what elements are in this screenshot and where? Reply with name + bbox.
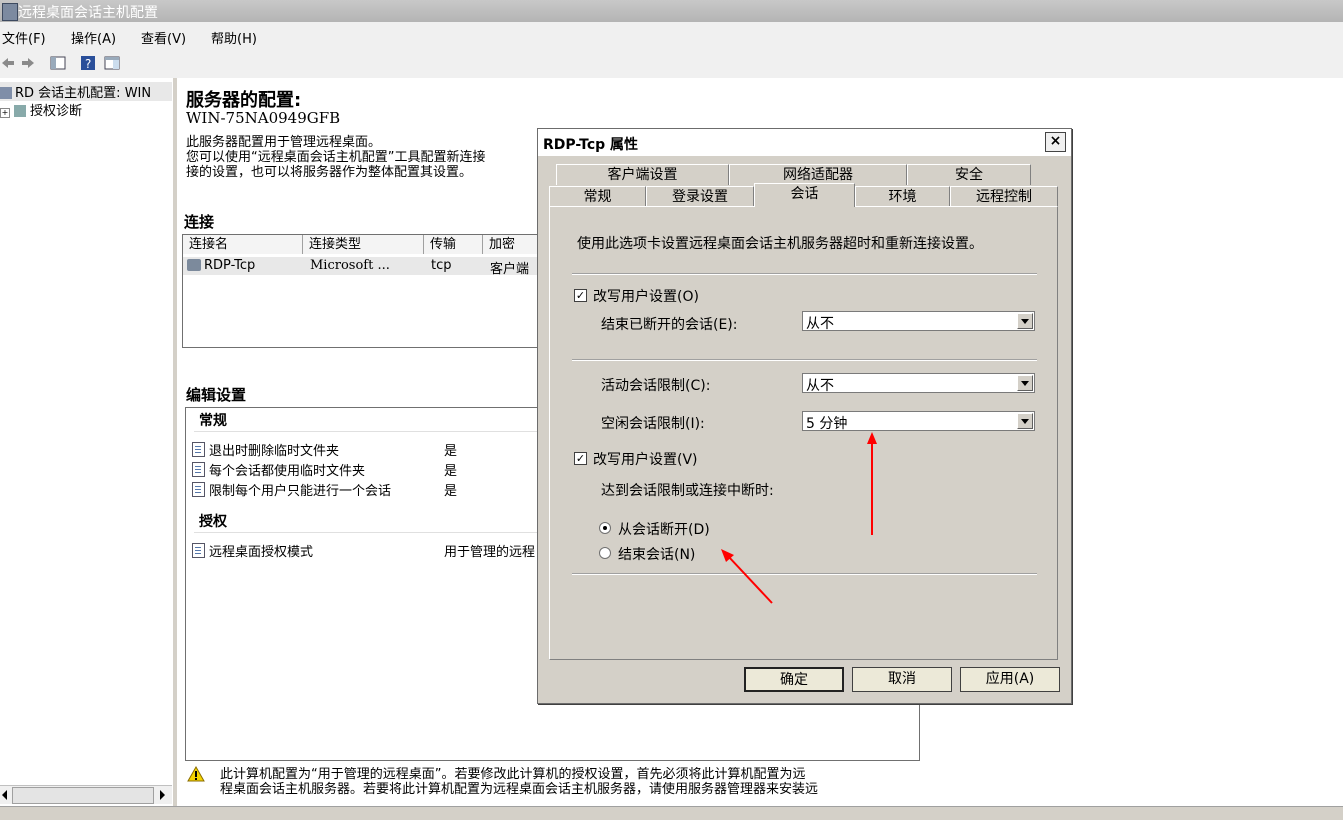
table-row[interactable]: RDP-Tcp Microsoft ... tcp 客户端 xyxy=(183,257,543,277)
chevron-down-icon[interactable] xyxy=(1017,413,1033,429)
tab-remote-control[interactable]: 远程控制 xyxy=(950,186,1058,207)
scroll-right-icon[interactable] xyxy=(160,790,165,800)
tab-general[interactable]: 常规 xyxy=(549,186,646,207)
setting-per-session-temp-value: 是 xyxy=(444,464,458,479)
window-title: 远程桌面会话主机配置 xyxy=(18,5,158,21)
active-limit-label: 活动会话限制(C): xyxy=(601,378,711,394)
separator xyxy=(572,573,1037,575)
tree-item-license-diagnosis[interactable]: + 授权诊断 xyxy=(0,100,82,119)
setting-single-session-value: 是 xyxy=(444,484,458,499)
tab-logon-settings[interactable]: 登录设置 xyxy=(646,186,754,207)
tab-sessions[interactable]: 会话 xyxy=(754,183,855,207)
col-connection-type[interactable]: 连接类型 xyxy=(303,235,424,254)
document-icon xyxy=(192,482,205,497)
server-name: WIN-75NA0949GFB xyxy=(186,109,341,127)
warning-text: 此计算机配置为“用于管理的远程桌面”。若要修改此计算机的授权设置，首先必须将此计… xyxy=(220,767,819,797)
expand-icon[interactable]: + xyxy=(0,108,10,118)
connections-heading: 连接 xyxy=(184,213,215,231)
override-user-settings-2-label: 改写用户设置(V) xyxy=(593,452,698,468)
end-disconnected-label: 结束已断开的会话(E): xyxy=(601,317,738,333)
connection-type: Microsoft ... xyxy=(310,258,390,273)
menu-bar: 文件(F) 操作(A) 查看(V) 帮助(H) xyxy=(0,22,1343,51)
tab-security[interactable]: 安全 xyxy=(907,164,1031,185)
toolbar: ? xyxy=(0,50,1343,79)
menu-view[interactable]: 查看(V) xyxy=(141,28,186,47)
tree-horizontal-scrollbar[interactable] xyxy=(0,785,172,804)
connection-name: RDP-Tcp xyxy=(204,258,256,273)
general-divider xyxy=(194,431,544,432)
disconnect-radio-label: 从会话断开(D) xyxy=(618,522,710,538)
tab-network-adapter[interactable]: 网络适配器 xyxy=(729,164,907,185)
license-heading: 授权 xyxy=(199,514,227,530)
menu-action[interactable]: 操作(A) xyxy=(71,28,116,47)
dialog-title-bar: RDP-Tcp 属性 × xyxy=(538,129,1071,156)
menu-file[interactable]: 文件(F) xyxy=(2,28,46,47)
show-action-pane-icon[interactable] xyxy=(104,55,120,71)
close-icon[interactable]: × xyxy=(1045,132,1066,152)
console-tree: RD 会话主机配置: WIN + 授权诊断 xyxy=(0,78,174,806)
setting-single-session[interactable]: 限制每个用户只能进行一个会话 xyxy=(192,480,391,499)
general-heading: 常规 xyxy=(199,413,227,429)
col-transport[interactable]: 传输 xyxy=(424,235,483,254)
chevron-down-icon[interactable] xyxy=(1017,313,1033,329)
app-icon xyxy=(2,3,18,21)
tab-environment[interactable]: 环境 xyxy=(855,186,950,207)
document-icon xyxy=(192,543,205,558)
show-hide-tree-icon[interactable] xyxy=(50,55,66,71)
warning-icon xyxy=(187,766,205,782)
server-description: 此服务器配置用于管理远程桌面。 您可以使用“远程桌面会话主机配置”工具配置新连接… xyxy=(186,135,486,180)
document-icon xyxy=(192,442,205,457)
diagnosis-icon xyxy=(14,105,26,117)
end-disconnected-select[interactable]: 从不 xyxy=(802,311,1035,332)
document-icon xyxy=(192,462,205,477)
forward-arrow-icon[interactable] xyxy=(20,55,36,71)
idle-limit-label: 空闲会话限制(I): xyxy=(601,416,705,432)
active-limit-select[interactable]: 从不 xyxy=(802,373,1035,394)
setting-delete-temp[interactable]: 退出时删除临时文件夹 xyxy=(192,440,339,459)
override-user-settings-1-checkbox[interactable]: ✓ xyxy=(574,289,587,302)
license-divider xyxy=(194,532,544,533)
sessions-intro: 使用此选项卡设置远程桌面会话主机服务器超时和重新连接设置。 xyxy=(577,236,983,252)
rdp-tcp-properties-dialog: RDP-Tcp 属性 × 客户端设置 网络适配器 安全 常规 登录设置 会话 环… xyxy=(537,128,1072,704)
title-bar: 远程桌面会话主机配置 xyxy=(0,0,1343,22)
status-bar xyxy=(0,806,1343,820)
setting-per-session-temp[interactable]: 每个会话都使用临时文件夹 xyxy=(192,460,365,479)
override-user-settings-2-checkbox[interactable]: ✓ xyxy=(574,452,587,465)
tab-client-settings[interactable]: 客户端设置 xyxy=(556,164,729,185)
override-user-settings-1-label: 改写用户设置(O) xyxy=(593,289,699,305)
dialog-title: RDP-Tcp 属性 xyxy=(543,137,639,153)
end-session-radio-label: 结束会话(N) xyxy=(618,547,696,563)
connection-transport: tcp xyxy=(431,258,452,273)
scroll-left-icon[interactable] xyxy=(2,790,7,800)
scroll-thumb[interactable] xyxy=(12,787,154,804)
help-icon[interactable]: ? xyxy=(80,55,96,71)
setting-delete-temp-value: 是 xyxy=(444,444,458,459)
sessions-tab-panel: 使用此选项卡设置远程桌面会话主机服务器超时和重新连接设置。 ✓ 改写用户设置(O… xyxy=(549,206,1058,660)
disconnect-radio[interactable] xyxy=(599,522,611,534)
tree-root[interactable]: RD 会话主机配置: WIN xyxy=(0,82,172,101)
setting-license-mode[interactable]: 远程桌面授权模式 xyxy=(192,541,313,560)
svg-text:?: ? xyxy=(85,57,91,71)
chevron-down-icon[interactable] xyxy=(1017,375,1033,391)
server-icon xyxy=(0,87,12,99)
end-session-radio[interactable] xyxy=(599,547,611,559)
idle-limit-select[interactable]: 5 分钟 xyxy=(802,411,1035,432)
separator xyxy=(572,359,1037,361)
connections-list: 连接名 连接类型 传输 加密 RDP-Tcp Microsoft ... tcp… xyxy=(182,234,544,348)
ok-button[interactable]: 确定 xyxy=(744,667,844,692)
connection-icon xyxy=(187,259,201,271)
back-arrow-icon[interactable] xyxy=(0,55,16,71)
when-limit-reached-label: 达到会话限制或连接中断时: xyxy=(601,483,774,499)
menu-help[interactable]: 帮助(H) xyxy=(211,28,257,47)
setting-license-mode-value: 用于管理的远程 xyxy=(444,545,536,560)
col-encryption[interactable]: 加密 xyxy=(483,235,543,254)
connection-encryption: 客户端 xyxy=(490,262,530,277)
col-connection-name[interactable]: 连接名 xyxy=(183,235,303,254)
cancel-button[interactable]: 取消 xyxy=(852,667,952,692)
edit-settings-heading: 编辑设置 xyxy=(186,386,247,404)
apply-button[interactable]: 应用(A) xyxy=(960,667,1060,692)
separator xyxy=(572,273,1037,275)
